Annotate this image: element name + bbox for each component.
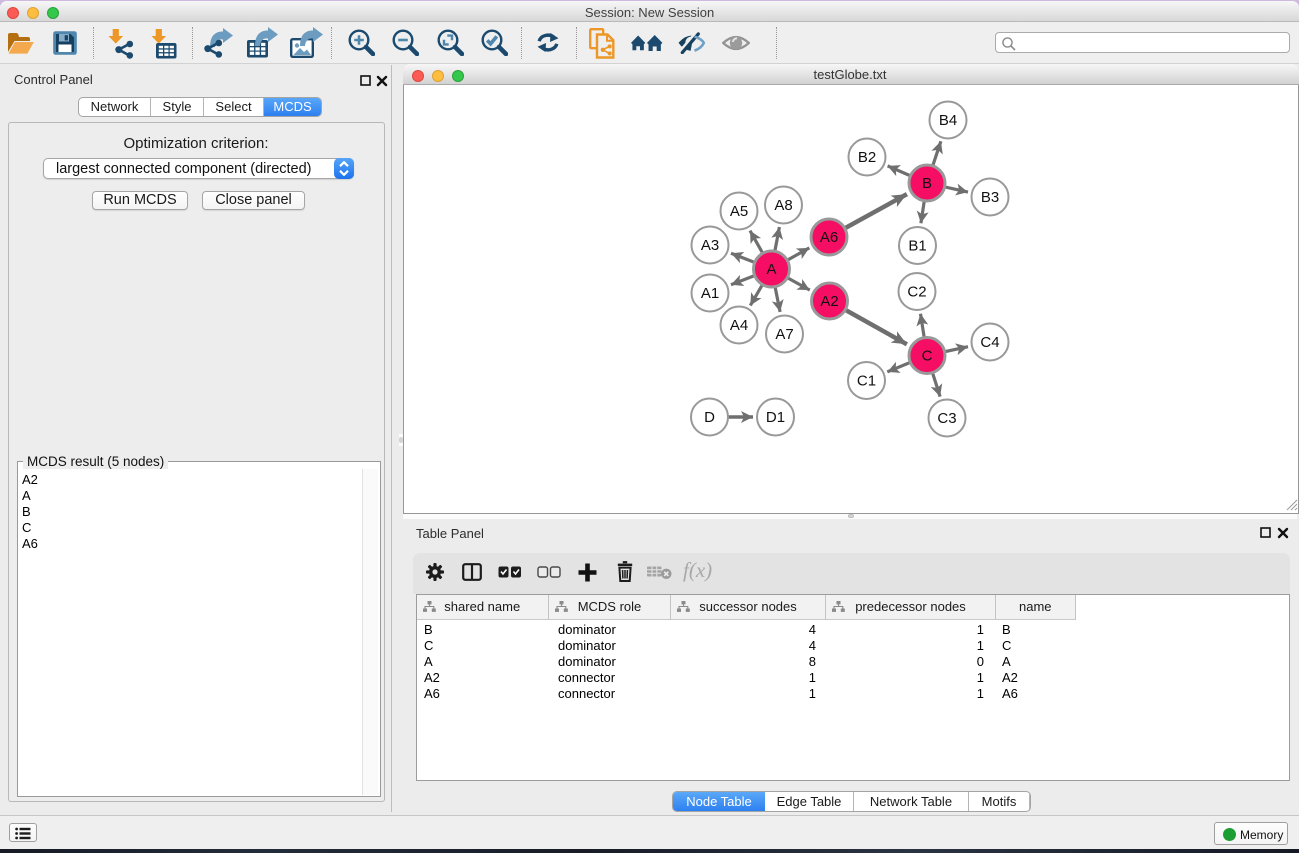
svg-text:B: B [922, 175, 932, 192]
svg-text:A5: A5 [730, 203, 748, 220]
svg-text:A: A [766, 261, 776, 278]
svg-text:C: C [922, 348, 933, 365]
svg-text:B1: B1 [908, 238, 926, 255]
svg-text:A1: A1 [701, 285, 719, 302]
svg-text:B4: B4 [939, 112, 957, 129]
svg-text:D: D [704, 409, 715, 426]
svg-text:C3: C3 [937, 410, 956, 427]
svg-text:A3: A3 [701, 237, 719, 254]
svg-text:B3: B3 [981, 189, 999, 206]
svg-text:A6: A6 [820, 229, 838, 246]
svg-text:D1: D1 [766, 409, 785, 426]
svg-text:C2: C2 [907, 284, 926, 301]
svg-text:A7: A7 [775, 326, 793, 343]
svg-text:A2: A2 [820, 293, 838, 310]
svg-text:A8: A8 [774, 197, 792, 214]
svg-text:C1: C1 [857, 373, 876, 390]
svg-text:C4: C4 [980, 334, 999, 351]
svg-text:A4: A4 [730, 317, 748, 334]
svg-text:B2: B2 [858, 149, 876, 166]
